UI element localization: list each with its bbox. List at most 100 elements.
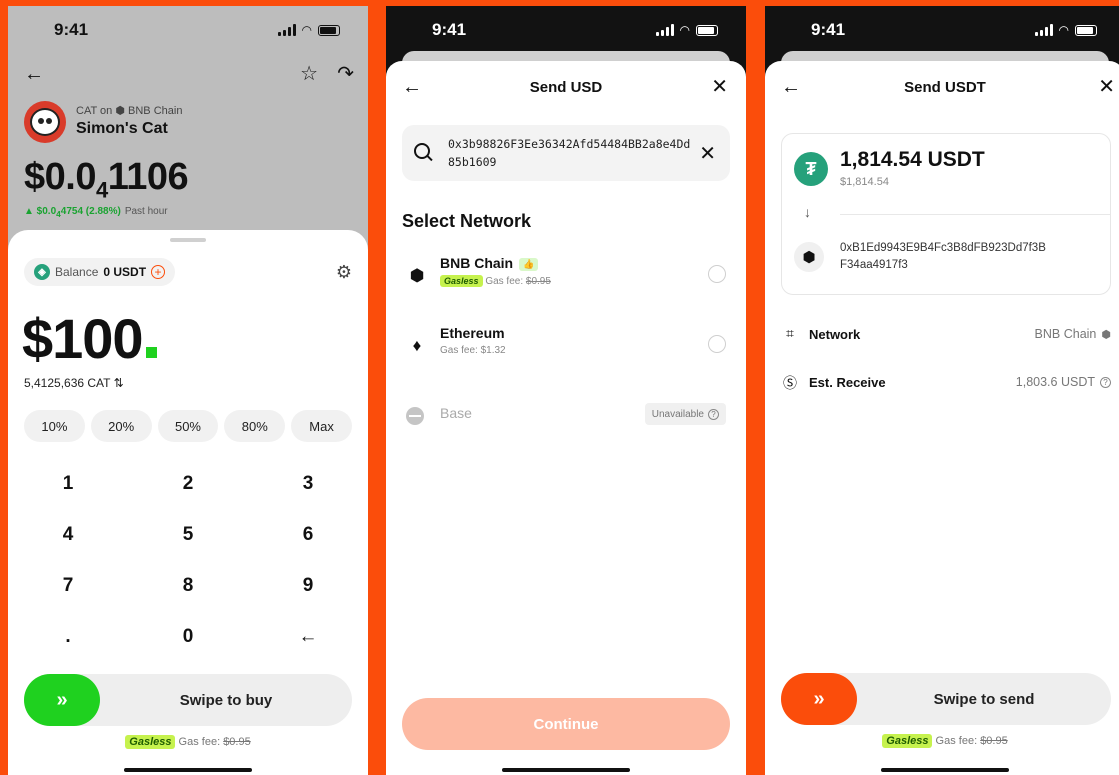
network-option-base: Base Unavailable? [402,391,730,447]
bnb-chain-icon: ⬢ [1101,328,1111,341]
unavailable-badge: Unavailable? [644,403,726,425]
token-amount[interactable]: 5,4125,636 CAT ⇅ [24,376,124,390]
network-option-bnb[interactable]: ⬢ BNB Chain 👍 Gasless Gas fee: $0.95 [402,251,730,307]
ethereum-icon: ♦ [412,336,422,355]
status-bar: 9:41 ◠ [386,6,746,56]
status-bar: 9:41 ◠ [765,6,1119,56]
key-2[interactable]: 2 [128,458,248,509]
dollar-circle-icon: Ⓢ [783,375,797,391]
signal-icon [655,24,674,36]
gasless-badge: Gasless [440,275,483,287]
send-amount: 1,814.54 USDT [840,148,985,171]
close-icon[interactable]: ✕ [1098,77,1115,97]
key-decimal[interactable]: . [8,611,128,662]
wifi-icon: ◠ [1058,23,1069,37]
home-indicator [502,768,630,772]
page-title: Send USD [529,79,603,96]
share-icon[interactable]: ↷ [337,64,354,84]
gasless-badge: Gasless [882,734,933,748]
buy-screen: 9:41 ◠ ← ☆ ↷ CAT on ⬢ BNB Chain Simon's … [8,6,368,775]
signal-icon [1034,24,1053,36]
token-avatar [24,101,66,143]
buy-amount: $100 [22,306,157,371]
tether-icon: ◈ [34,264,50,280]
buy-sheet: ◈ Balance 0 USDT + ⚙ $100 5,4125,636 CAT… [8,230,368,775]
percent-20-button[interactable]: 20% [90,410,152,442]
thumbs-up-icon: 👍 [519,257,539,271]
network-screen: 9:41 ◠ ← Send USD ✕ 0x3b98826F3Ee36342Af… [386,6,746,775]
transfer-summary-card: ₮ 1,814.54 USDT $1,814.54 ↓ ⬢ 0xB1Ed9943… [781,133,1111,295]
bnb-chain-icon: ⬢ [115,105,125,117]
send-confirm-screen: 9:41 ◠ ← Send USDT ✕ ₮ 1,814.54 USDT $1,… [765,6,1119,775]
network-row: ⌗ Network BNB Chain ⬢ [781,323,1111,347]
price-change: ▲ $0.044754 (2.88%) Past hour [24,206,168,219]
bnb-icon: ⬢ [409,266,425,285]
help-icon[interactable]: ? [1100,376,1111,388]
base-icon [406,407,424,425]
key-5[interactable]: 5 [128,509,248,560]
recipient-address: 0xB1Ed9943E9B4Fc3B8dFB923Dd7f3BF34aa4917… [840,242,1046,271]
radio-bnb[interactable] [708,265,726,283]
back-arrow-icon[interactable]: ← [24,64,44,84]
gas-fee-line: Gasless Gas fee: $0.95 [8,735,368,749]
send-sheet: ← Send USD ✕ 0x3b98826F3Ee36342Afd54484B… [386,61,746,775]
send-sheet: ← Send USDT ✕ ₮ 1,814.54 USDT $1,814.54 … [765,61,1119,775]
help-icon[interactable]: ? [708,408,719,420]
percent-row: 10% 20% 50% 80% Max [24,410,352,442]
bnb-icon: ⬢ [794,242,824,272]
page-title: Send USDT [904,79,986,96]
keypad: 123 456 789 . 0 ← [8,458,368,662]
home-indicator [881,768,1009,772]
key-3[interactable]: 3 [248,458,368,509]
swipe-to-send[interactable]: » Swipe to send [781,673,1111,725]
key-6[interactable]: 6 [248,509,368,560]
key-7[interactable]: 7 [8,560,128,611]
percent-10-button[interactable]: 10% [24,410,85,442]
network-option-ethereum[interactable]: ♦ Ethereum Gas fee: $1.32 [402,321,730,377]
swipe-to-buy[interactable]: » Swipe to buy [24,674,352,726]
key-4[interactable]: 4 [8,509,128,560]
est-receive-row: Ⓢ Est. Receive 1,803.6 USDT? [781,371,1111,395]
key-0[interactable]: 0 [128,611,248,662]
key-1[interactable]: 1 [8,458,128,509]
balance-pill[interactable]: ◈ Balance 0 USDT + [24,258,176,286]
swap-icon[interactable]: ⇅ [114,376,124,390]
gas-fee-line: Gasless Gas fee: $0.95 [765,734,1119,748]
token-chain: CAT on ⬢ BNB Chain [76,105,183,117]
battery-icon [1075,24,1097,36]
swipe-handle[interactable]: » [24,674,100,726]
percent-80-button[interactable]: 80% [224,410,286,442]
status-time: 9:41 [811,20,846,39]
backspace-key[interactable]: ← [248,611,368,662]
swipe-handle[interactable]: » [781,673,857,725]
add-funds-icon[interactable]: + [151,265,166,279]
send-amount-usd: $1,814.54 [840,176,889,188]
home-indicator [124,768,252,772]
key-8[interactable]: 8 [128,560,248,611]
close-icon[interactable]: ✕ [711,77,728,97]
clear-icon[interactable]: ✕ [699,141,716,166]
address-search-input[interactable]: 0x3b98826F3Ee36342Afd54484BB2a8e4Dd85b16… [402,125,730,181]
token-price: $0.041106 [24,156,189,203]
continue-button[interactable]: Continue [402,698,730,750]
token-name: Simon's Cat [76,120,168,137]
network-icon: ⌗ [786,325,794,341]
tether-icon: ₮ [794,152,828,186]
amount-cursor [145,347,157,358]
gasless-badge: Gasless [125,735,176,749]
status-time: 9:41 [432,20,467,39]
battery-icon [696,24,718,36]
arrow-down-icon: ↓ [804,204,811,220]
sheet-grabber[interactable] [170,238,206,242]
double-chevron-icon: » [813,687,825,710]
section-title: Select Network [402,211,532,231]
search-icon [414,143,430,159]
percent-50-button[interactable]: 50% [157,410,219,442]
radio-ethereum[interactable] [708,335,726,353]
double-chevron-icon: » [56,688,68,711]
star-icon[interactable]: ☆ [300,64,318,84]
percent-max-button[interactable]: Max [291,410,352,442]
gear-icon[interactable]: ⚙ [336,262,352,283]
wifi-icon: ◠ [679,23,690,37]
key-9[interactable]: 9 [248,560,368,611]
